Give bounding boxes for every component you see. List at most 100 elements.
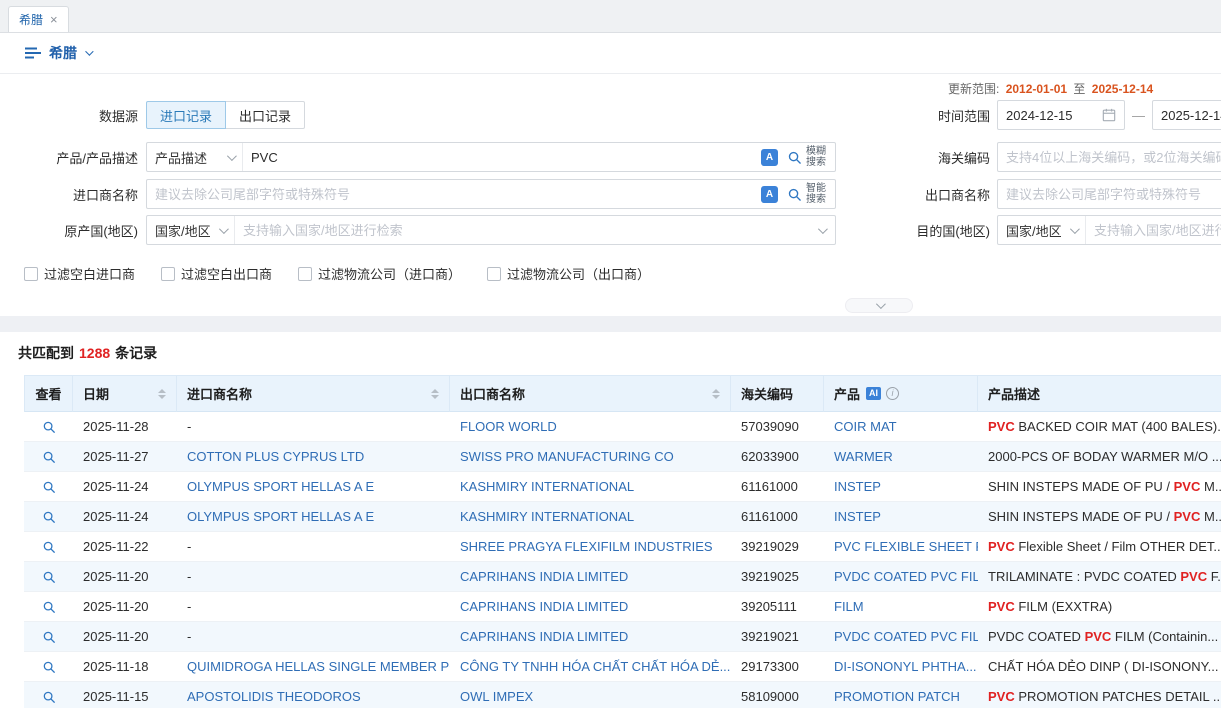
results-section: 共匹配到1288条记录 查看日期进口商名称出口商名称海关编码产品AIi产品描述 … bbox=[0, 332, 1221, 708]
tab-greece[interactable]: 希腊 × bbox=[8, 6, 69, 32]
product-link[interactable]: INSTEP bbox=[834, 509, 881, 524]
exporter-link[interactable]: CAPRIHANS INDIA LIMITED bbox=[460, 629, 628, 644]
product-type-select[interactable]: 产品描述 bbox=[147, 143, 243, 171]
product-link[interactable]: WARMER bbox=[834, 449, 893, 464]
exporter-link[interactable]: CAPRIHANS INDIA LIMITED bbox=[460, 599, 628, 614]
importer-link[interactable]: QUIMIDROGA HELLAS SINGLE MEMBER PC bbox=[187, 659, 450, 674]
exporter-link[interactable]: SWISS PRO MANUFACTURING CO bbox=[460, 449, 674, 464]
cell-hs-code: 39219029 bbox=[731, 532, 824, 562]
smart-search-button[interactable]: 智能 搜索 bbox=[787, 183, 826, 205]
update-range-to: 至 bbox=[1073, 82, 1085, 96]
cell-exporter: CAPRIHANS INDIA LIMITED bbox=[450, 622, 731, 652]
product-link[interactable]: COIR MAT bbox=[834, 419, 897, 434]
checkbox-item[interactable]: 过滤空白出口商 bbox=[161, 264, 272, 283]
product-input[interactable] bbox=[243, 143, 752, 171]
tab-import-records[interactable]: 进口记录 bbox=[146, 101, 226, 129]
hs-code-input[interactable] bbox=[997, 142, 1221, 172]
checkbox-label: 过滤物流公司（出口商） bbox=[507, 264, 650, 283]
importer-link[interactable]: OLYMPUS SPORT HELLAS A E bbox=[187, 509, 374, 524]
checkbox[interactable] bbox=[298, 267, 312, 281]
view-record-icon[interactable] bbox=[42, 570, 56, 584]
view-record-icon[interactable] bbox=[42, 420, 56, 434]
dest-country-select[interactable]: 国家/地区 bbox=[998, 216, 1086, 244]
description-text: SHIN INSTEPS MADE OF PU / bbox=[988, 509, 1174, 524]
sort-icon[interactable] bbox=[425, 389, 439, 399]
exporter-link[interactable]: CÔNG TY TNHH HÓA CHẤT CHẤT HÓA DẺ... bbox=[460, 659, 730, 674]
exporter-link[interactable]: SHREE PRAGYA FLEXIFILM INDUSTRIES bbox=[460, 539, 713, 554]
cell-hs-code: 62033900 bbox=[731, 442, 824, 472]
ai-badge: AI bbox=[866, 387, 881, 400]
checkbox-item[interactable]: 过滤物流公司（出口商） bbox=[487, 264, 650, 283]
exporter-link[interactable]: CAPRIHANS INDIA LIMITED bbox=[460, 569, 628, 584]
importer-link[interactable]: OLYMPUS SPORT HELLAS A E bbox=[187, 479, 374, 494]
data-source-row: 数据源 进口记录 出口记录 bbox=[0, 100, 305, 130]
product-link[interactable]: PROMOTION PATCH bbox=[834, 689, 960, 704]
sort-icon[interactable] bbox=[152, 389, 166, 399]
dest-country-input[interactable] bbox=[1086, 216, 1221, 244]
product-link[interactable]: FILM bbox=[834, 599, 864, 614]
cell-product: FILM bbox=[824, 592, 978, 622]
checkbox-item[interactable]: 过滤空白进口商 bbox=[24, 264, 135, 283]
col-importer[interactable]: 进口商名称 bbox=[177, 375, 450, 412]
chevron-down-icon[interactable] bbox=[85, 47, 93, 55]
dest-country-row: 目的国(地区) 国家/地区 bbox=[898, 215, 1221, 245]
view-record-icon[interactable] bbox=[42, 480, 56, 494]
checkbox[interactable] bbox=[487, 267, 501, 281]
view-record-icon[interactable] bbox=[42, 600, 56, 614]
description-highlight: PVC bbox=[1085, 629, 1112, 644]
exporter-link[interactable]: KASHMIRY INTERNATIONAL bbox=[460, 479, 634, 494]
col-exporter[interactable]: 出口商名称 bbox=[450, 375, 731, 412]
translate-icon[interactable]: A bbox=[761, 149, 778, 166]
origin-country-input[interactable] bbox=[235, 216, 808, 244]
importer-input[interactable] bbox=[147, 180, 752, 208]
cell-exporter: CAPRIHANS INDIA LIMITED bbox=[450, 562, 731, 592]
origin-country-select-value: 国家/地区 bbox=[155, 221, 211, 240]
cell-description: PVC PROMOTION PATCHES DETAIL ... bbox=[978, 682, 1221, 708]
tab-export-records[interactable]: 出口记录 bbox=[225, 101, 305, 129]
cell-product: PROMOTION PATCH bbox=[824, 682, 978, 708]
time-range-row: 时间范围 2024-12-15 — 2025-12-14 bbox=[898, 100, 1221, 130]
product-link[interactable]: PVC FLEXIBLE SHEET F... bbox=[834, 539, 978, 554]
exporter-link[interactable]: OWL IMPEX bbox=[460, 689, 533, 704]
checkbox-item[interactable]: 过滤物流公司（进口商） bbox=[298, 264, 461, 283]
collapse-panel-button[interactable] bbox=[845, 298, 913, 313]
translate-icon[interactable]: A bbox=[761, 186, 778, 203]
product-link[interactable]: PVDC COATED PVC FIL... bbox=[834, 569, 978, 584]
description-text: TRILAMINATE : PVDC COATED bbox=[988, 569, 1180, 584]
importer-link[interactable]: APOSTOLIDIS THEODOROS bbox=[187, 689, 361, 704]
view-record-icon[interactable] bbox=[42, 450, 56, 464]
dest-country-label: 目的国(地区) bbox=[898, 221, 990, 240]
view-record-icon[interactable] bbox=[42, 510, 56, 524]
cell-product: PVDC COATED PVC FIL... bbox=[824, 622, 978, 652]
importer-link[interactable]: COTTON PLUS CYPRUS LTD bbox=[187, 449, 364, 464]
sort-icon[interactable] bbox=[706, 389, 720, 399]
view-record-icon[interactable] bbox=[42, 690, 56, 704]
view-record-icon[interactable] bbox=[42, 630, 56, 644]
cell-view bbox=[24, 532, 73, 562]
checkbox[interactable] bbox=[161, 267, 175, 281]
view-record-icon[interactable] bbox=[42, 540, 56, 554]
origin-country-select[interactable]: 国家/地区 bbox=[147, 216, 235, 244]
exporter-row: 出口商名称 bbox=[898, 179, 1221, 209]
fuzzy-search-button[interactable]: 模糊 搜索 bbox=[787, 146, 826, 168]
info-icon[interactable]: i bbox=[886, 387, 899, 400]
start-date-input[interactable]: 2024-12-15 bbox=[997, 100, 1125, 130]
view-record-icon[interactable] bbox=[42, 660, 56, 674]
exporter-link[interactable]: KASHMIRY INTERNATIONAL bbox=[460, 509, 634, 524]
table-row: 2025-11-22-SHREE PRAGYA FLEXIFILM INDUST… bbox=[24, 532, 1221, 562]
product-link[interactable]: PVDC COATED PVC FIL... bbox=[834, 629, 978, 644]
product-link[interactable]: DI-ISONONYL PHTHA... bbox=[834, 659, 977, 674]
exporter-input[interactable] bbox=[997, 179, 1221, 209]
importer-row: 进口商名称 A 智能 搜索 bbox=[0, 179, 836, 209]
checkbox-label: 过滤物流公司（进口商） bbox=[318, 264, 461, 283]
col-date[interactable]: 日期 bbox=[73, 375, 177, 412]
product-link[interactable]: INSTEP bbox=[834, 479, 881, 494]
results-summary: 共匹配到1288条记录 bbox=[18, 343, 1221, 363]
exporter-label: 出口商名称 bbox=[898, 185, 990, 204]
checkbox[interactable] bbox=[24, 267, 38, 281]
end-date-input[interactable]: 2025-12-14 bbox=[1152, 100, 1221, 130]
chevron-down-icon[interactable] bbox=[818, 224, 828, 234]
close-icon[interactable]: × bbox=[50, 13, 58, 26]
exporter-link[interactable]: FLOOR WORLD bbox=[460, 419, 557, 434]
search-icon bbox=[787, 187, 802, 202]
